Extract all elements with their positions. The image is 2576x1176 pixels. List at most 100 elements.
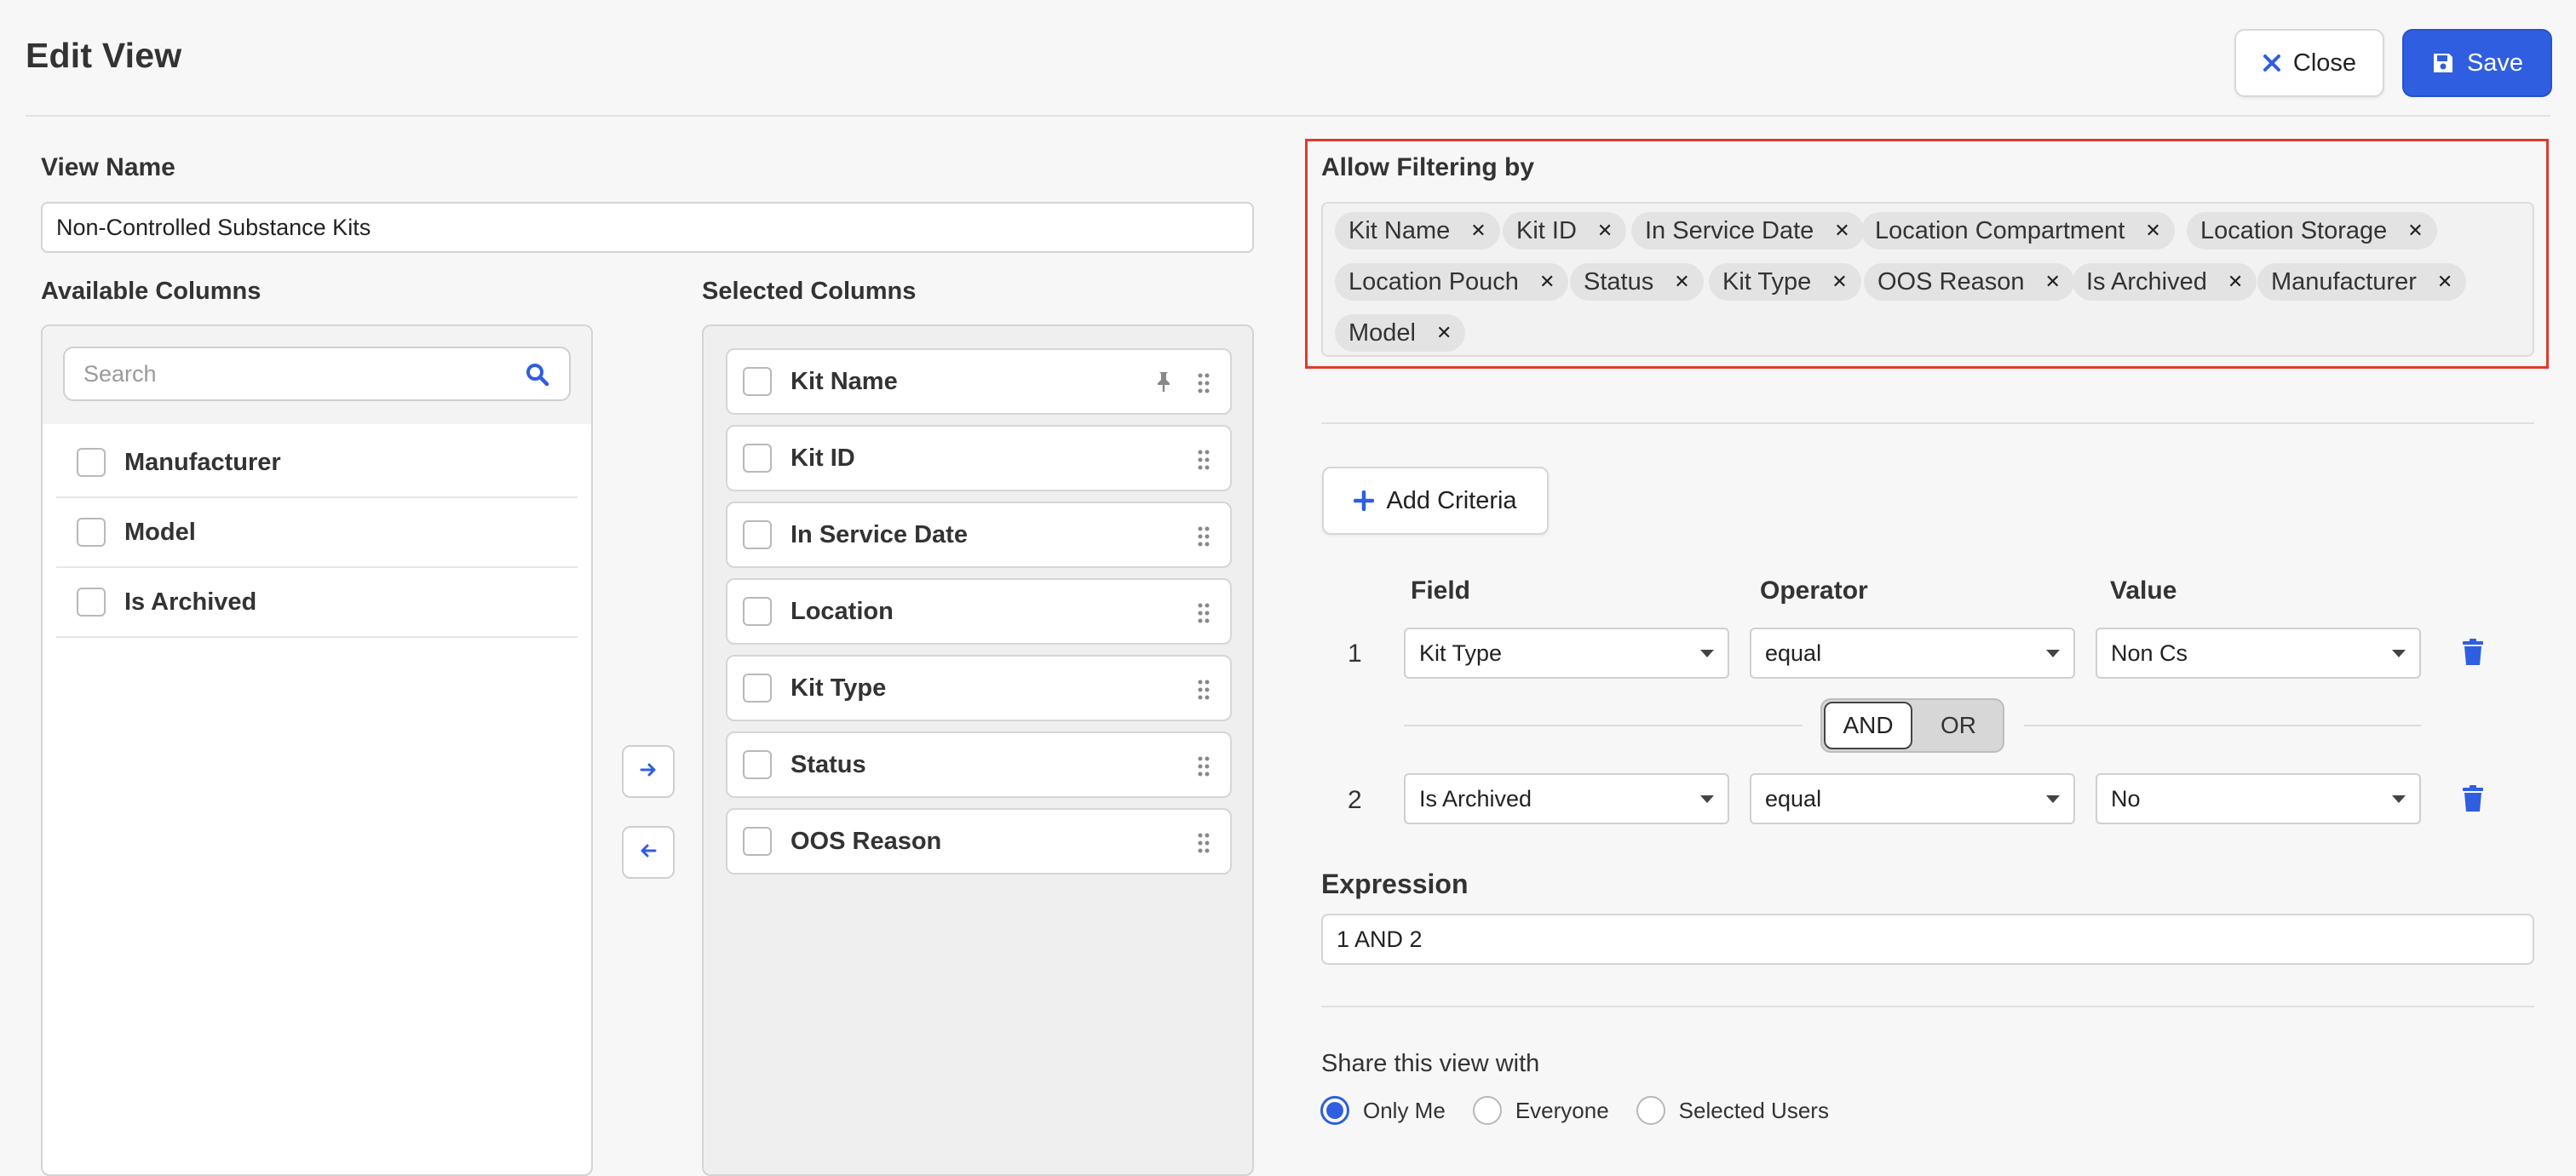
filter-chip[interactable]: Kit Name ✕ bbox=[1335, 212, 1500, 250]
checkbox[interactable] bbox=[743, 750, 772, 779]
remove-icon[interactable]: ✕ bbox=[1436, 322, 1452, 344]
selected-column-item[interactable]: OOS Reason bbox=[726, 808, 1232, 875]
drag-handle-icon[interactable] bbox=[1198, 372, 1210, 400]
filter-chip[interactable]: Location Pouch ✕ bbox=[1335, 263, 1569, 301]
filter-chip[interactable]: Is Archived ✕ bbox=[2073, 263, 2257, 301]
field-select[interactable]: Is Archived bbox=[1404, 773, 1729, 824]
remove-icon[interactable]: ✕ bbox=[1597, 220, 1613, 242]
share-radio-group: Only Me Everyone Selected Users bbox=[1320, 1096, 1856, 1125]
caret-down-icon bbox=[2392, 795, 2406, 803]
checkbox[interactable] bbox=[77, 448, 106, 477]
drag-handle-icon[interactable] bbox=[1198, 755, 1210, 783]
available-column-label: Is Archived bbox=[124, 588, 257, 616]
drag-handle-icon[interactable] bbox=[1198, 449, 1210, 477]
remove-icon[interactable]: ✕ bbox=[2145, 220, 2160, 242]
drag-handle-icon[interactable] bbox=[1198, 679, 1210, 707]
trash-icon[interactable] bbox=[2462, 639, 2484, 670]
field-column-header: Field bbox=[1411, 577, 1471, 605]
selected-column-item[interactable]: Status bbox=[726, 731, 1232, 798]
checkbox[interactable] bbox=[743, 367, 772, 396]
remove-icon[interactable]: ✕ bbox=[1674, 271, 1689, 293]
add-criteria-button[interactable]: Add Criteria bbox=[1322, 467, 1549, 535]
value-select-value: Non Cs bbox=[2111, 640, 2188, 666]
checkbox[interactable] bbox=[743, 597, 772, 626]
remove-icon[interactable]: ✕ bbox=[2044, 271, 2060, 293]
or-option[interactable]: OR bbox=[1914, 702, 2003, 749]
chip-label: In Service Date bbox=[1645, 216, 1814, 244]
selected-column-label: Location bbox=[791, 597, 894, 625]
search-input[interactable]: Search bbox=[63, 347, 571, 401]
view-name-input[interactable]: Non-Controlled Substance Kits bbox=[41, 202, 1254, 253]
save-button[interactable]: Save bbox=[2402, 29, 2552, 97]
filter-chip[interactable]: Location Compartment ✕ bbox=[1861, 212, 2175, 250]
and-or-toggle[interactable]: AND OR bbox=[1820, 698, 2004, 753]
filtering-label: Allow Filtering by bbox=[1321, 153, 1535, 181]
share-option-everyone[interactable]: Everyone bbox=[1472, 1096, 1609, 1125]
trash-icon[interactable] bbox=[2462, 785, 2484, 817]
chip-label: Location Pouch bbox=[1348, 267, 1519, 295]
available-column-item[interactable]: Model bbox=[56, 498, 578, 568]
filter-chip[interactable]: OOS Reason ✕ bbox=[1864, 263, 2074, 301]
checkbox[interactable] bbox=[743, 827, 772, 856]
share-option-selected-users[interactable]: Selected Users bbox=[1636, 1096, 1829, 1125]
remove-icon[interactable]: ✕ bbox=[1470, 220, 1486, 242]
drag-handle-icon[interactable] bbox=[1198, 832, 1210, 860]
remove-icon[interactable]: ✕ bbox=[1834, 220, 1849, 242]
drag-handle-icon[interactable] bbox=[1198, 602, 1210, 630]
checkbox[interactable] bbox=[77, 588, 106, 617]
move-right-button[interactable] bbox=[622, 745, 675, 798]
view-name-label: View Name bbox=[41, 153, 175, 181]
filter-chip[interactable]: Manufacturer ✕ bbox=[2257, 263, 2467, 301]
filter-chip[interactable]: Status ✕ bbox=[1570, 263, 1704, 301]
filter-chip[interactable]: Kit Type ✕ bbox=[1709, 263, 1861, 301]
checkbox[interactable] bbox=[743, 674, 772, 703]
radio-button[interactable] bbox=[1472, 1096, 1502, 1125]
selected-column-item[interactable]: Location bbox=[726, 578, 1232, 645]
chip-label: Kit Name bbox=[1348, 216, 1451, 244]
share-option-label: Only Me bbox=[1363, 1097, 1446, 1123]
radio-button[interactable] bbox=[1636, 1096, 1665, 1125]
and-option[interactable]: AND bbox=[1824, 702, 1912, 749]
caret-down-icon bbox=[2392, 650, 2406, 657]
drag-handle-icon[interactable] bbox=[1198, 525, 1210, 554]
operator-select[interactable]: equal bbox=[1750, 628, 2075, 679]
filter-chip[interactable]: In Service Date ✕ bbox=[1631, 212, 1864, 250]
filter-chip[interactable]: Location Storage ✕ bbox=[2187, 212, 2437, 250]
selected-column-item[interactable]: In Service Date bbox=[726, 502, 1232, 568]
move-left-button[interactable] bbox=[622, 826, 675, 879]
caret-down-icon bbox=[1700, 795, 1714, 803]
pin-icon[interactable] bbox=[1155, 370, 1172, 399]
radio-button[interactable] bbox=[1320, 1096, 1349, 1125]
share-option-only-me[interactable]: Only Me bbox=[1320, 1096, 1446, 1125]
section-divider bbox=[1321, 422, 2534, 424]
value-select[interactable]: No bbox=[2096, 773, 2421, 824]
checkbox[interactable] bbox=[743, 444, 772, 473]
checkbox[interactable] bbox=[743, 520, 772, 549]
remove-icon[interactable]: ✕ bbox=[2407, 220, 2423, 242]
checkbox[interactable] bbox=[77, 518, 106, 547]
remove-icon[interactable]: ✕ bbox=[1831, 271, 1847, 293]
close-button[interactable]: Close bbox=[2234, 29, 2384, 97]
chip-label: Kit ID bbox=[1516, 216, 1577, 244]
filter-chips-input[interactable]: Kit Name ✕ Kit ID ✕ In Service Date ✕ Locat… bbox=[1321, 202, 2534, 357]
operator-select[interactable]: equal bbox=[1750, 773, 2075, 824]
selected-column-item[interactable]: Kit Name bbox=[726, 348, 1232, 415]
expression-input[interactable]: 1 AND 2 bbox=[1321, 914, 2534, 965]
filter-chip[interactable]: Kit ID ✕ bbox=[1503, 212, 1627, 250]
remove-icon[interactable]: ✕ bbox=[2437, 271, 2452, 293]
chip-label: Is Archived bbox=[2086, 267, 2207, 295]
value-select-value: No bbox=[2111, 785, 2141, 812]
selected-column-item[interactable]: Kit ID bbox=[726, 425, 1232, 491]
remove-icon[interactable]: ✕ bbox=[2228, 271, 2243, 293]
filter-chip[interactable]: Model ✕ bbox=[1335, 314, 1466, 352]
selected-column-item[interactable]: Kit Type bbox=[726, 655, 1232, 721]
chip-label: Manufacturer bbox=[2271, 267, 2417, 295]
remove-icon[interactable]: ✕ bbox=[1539, 271, 1555, 293]
value-select[interactable]: Non Cs bbox=[2096, 628, 2421, 679]
available-column-item[interactable]: Manufacturer bbox=[56, 428, 578, 498]
field-select-value: Is Archived bbox=[1419, 785, 1532, 812]
field-select[interactable]: Kit Type bbox=[1404, 628, 1729, 679]
available-column-item[interactable]: Is Archived bbox=[56, 568, 578, 638]
search-icon[interactable] bbox=[525, 362, 550, 393]
field-select-value: Kit Type bbox=[1419, 640, 1503, 666]
